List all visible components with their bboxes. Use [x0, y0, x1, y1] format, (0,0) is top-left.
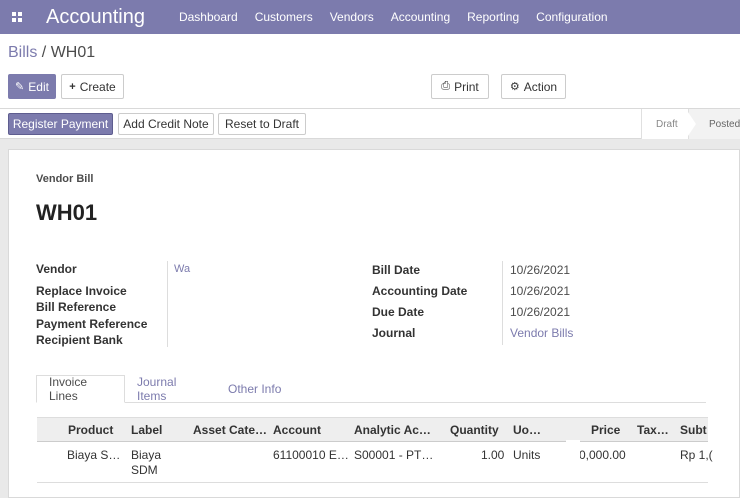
column-subtotal[interactable]: Subt — [680, 423, 707, 437]
add-credit-note-button[interactable]: Add Credit Note — [118, 113, 214, 135]
invoice-lines-header: Product Label Asset Cate… Account Analyt… — [37, 417, 708, 442]
row-divider — [37, 482, 708, 483]
accounting-date-value[interactable]: 10/26/2021 — [510, 284, 570, 298]
tab-other-info[interactable]: Other Info — [216, 375, 296, 403]
print-button-label: Print — [454, 79, 479, 94]
breadcrumb-current: WH01 — [50, 44, 96, 61]
tab-journal-items[interactable]: Journal Items — [125, 375, 216, 403]
row-label-line2[interactable]: SDM — [131, 463, 158, 477]
print-icon: ⎙ — [441, 80, 451, 92]
breadcrumb: Bills / WH01 — [8, 44, 95, 62]
edit-button[interactable]: ✎ Edit — [8, 74, 56, 99]
row-uom[interactable]: Units — [513, 448, 540, 462]
action-button-label: Action — [523, 79, 558, 94]
recipient-bank-label: Recipient Bank — [36, 333, 123, 347]
nav-accounting[interactable]: Accounting — [391, 10, 450, 24]
edit-button-label: Edit — [28, 79, 49, 94]
reset-to-draft-button[interactable]: Reset to Draft — [218, 113, 306, 135]
column-asset-category[interactable]: Asset Cate… — [193, 423, 267, 437]
create-button-label: Create — [79, 79, 116, 94]
journal-value[interactable]: Vendor Bills — [510, 326, 573, 340]
stage-arrow-divider — [686, 109, 696, 139]
nav-configuration[interactable]: Configuration — [536, 10, 607, 24]
status-bar: Register Payment Add Credit Note Reset t… — [0, 109, 740, 139]
control-panel: Bills / WH01 ✎ Edit + Create ⎙ Print ⚙ Actio… — [0, 34, 740, 109]
journal-label: Journal — [372, 326, 416, 340]
column-quantity[interactable]: Quantity — [450, 423, 499, 437]
bill-name-title: WH01 — [36, 200, 98, 225]
bill-date-label: Bill Date — [372, 263, 421, 277]
bill-reference-label: Bill Reference — [36, 300, 117, 314]
tab-invoice-lines[interactable]: Invoice Lines — [36, 375, 125, 403]
gear-icon: ⚙ — [509, 81, 520, 93]
due-date-value[interactable]: 10/26/2021 — [510, 305, 570, 319]
row-account[interactable]: 61100010 E… — [273, 448, 349, 462]
row-label-line1[interactable]: Biaya — [131, 448, 161, 462]
apps-menu-icon[interactable] — [2, 0, 32, 34]
right-field-divider — [502, 261, 503, 345]
breadcrumb-separator: / — [37, 44, 51, 61]
column-product[interactable]: Product — [68, 423, 113, 437]
breadcrumb-bills-link[interactable]: Bills — [8, 44, 37, 61]
left-field-divider — [167, 261, 168, 347]
action-button[interactable]: ⚙ Action — [501, 74, 566, 99]
column-label[interactable]: Label — [131, 423, 162, 437]
print-button[interactable]: ⎙ Print — [431, 74, 489, 99]
app-brand[interactable]: Accounting — [46, 6, 145, 29]
top-navbar: Accounting Dashboard Customers Vendors A… — [0, 0, 740, 34]
nav-dashboard[interactable]: Dashboard — [179, 10, 238, 24]
accounting-date-label: Accounting Date — [372, 284, 468, 298]
due-date-label: Due Date — [372, 305, 425, 319]
nav-reporting[interactable]: Reporting — [467, 10, 519, 24]
replace-invoice-label: Replace Invoice — [36, 284, 127, 298]
pencil-icon: ✎ — [15, 81, 25, 93]
nav-vendors[interactable]: Vendors — [330, 10, 374, 24]
column-taxes[interactable]: Tax… — [637, 423, 669, 437]
column-uom[interactable]: Uo… — [513, 423, 541, 437]
row-analytic-account[interactable]: S00001 - PT… — [354, 448, 433, 462]
row-product[interactable]: Biaya S… — [67, 448, 120, 462]
row-price[interactable]: 0,000.00 — [579, 448, 626, 462]
document-type-label: Vendor Bill — [36, 173, 94, 185]
vendor-value[interactable]: Wa — [174, 263, 190, 275]
vendor-label: Vendor — [36, 262, 77, 276]
notebook-tabs: Invoice Lines Journal Items Other Info — [36, 375, 706, 403]
register-payment-button[interactable]: Register Payment — [8, 113, 113, 135]
bill-date-value[interactable]: 10/26/2021 — [510, 263, 570, 277]
column-account[interactable]: Account — [273, 423, 321, 437]
column-price[interactable]: Price — [591, 423, 620, 437]
row-quantity[interactable]: 1.00 — [481, 448, 504, 462]
column-analytic-account[interactable]: Analytic Ac… — [354, 423, 431, 437]
payment-reference-label: Payment Reference — [36, 317, 148, 331]
create-button[interactable]: + Create — [61, 74, 124, 99]
stage-draft[interactable]: Draft — [641, 109, 688, 139]
nav-customers[interactable]: Customers — [255, 10, 313, 24]
plus-icon: + — [69, 80, 76, 93]
row-subtotal: Rp 1,( — [680, 448, 713, 462]
price-cell-overlay — [566, 440, 580, 466]
